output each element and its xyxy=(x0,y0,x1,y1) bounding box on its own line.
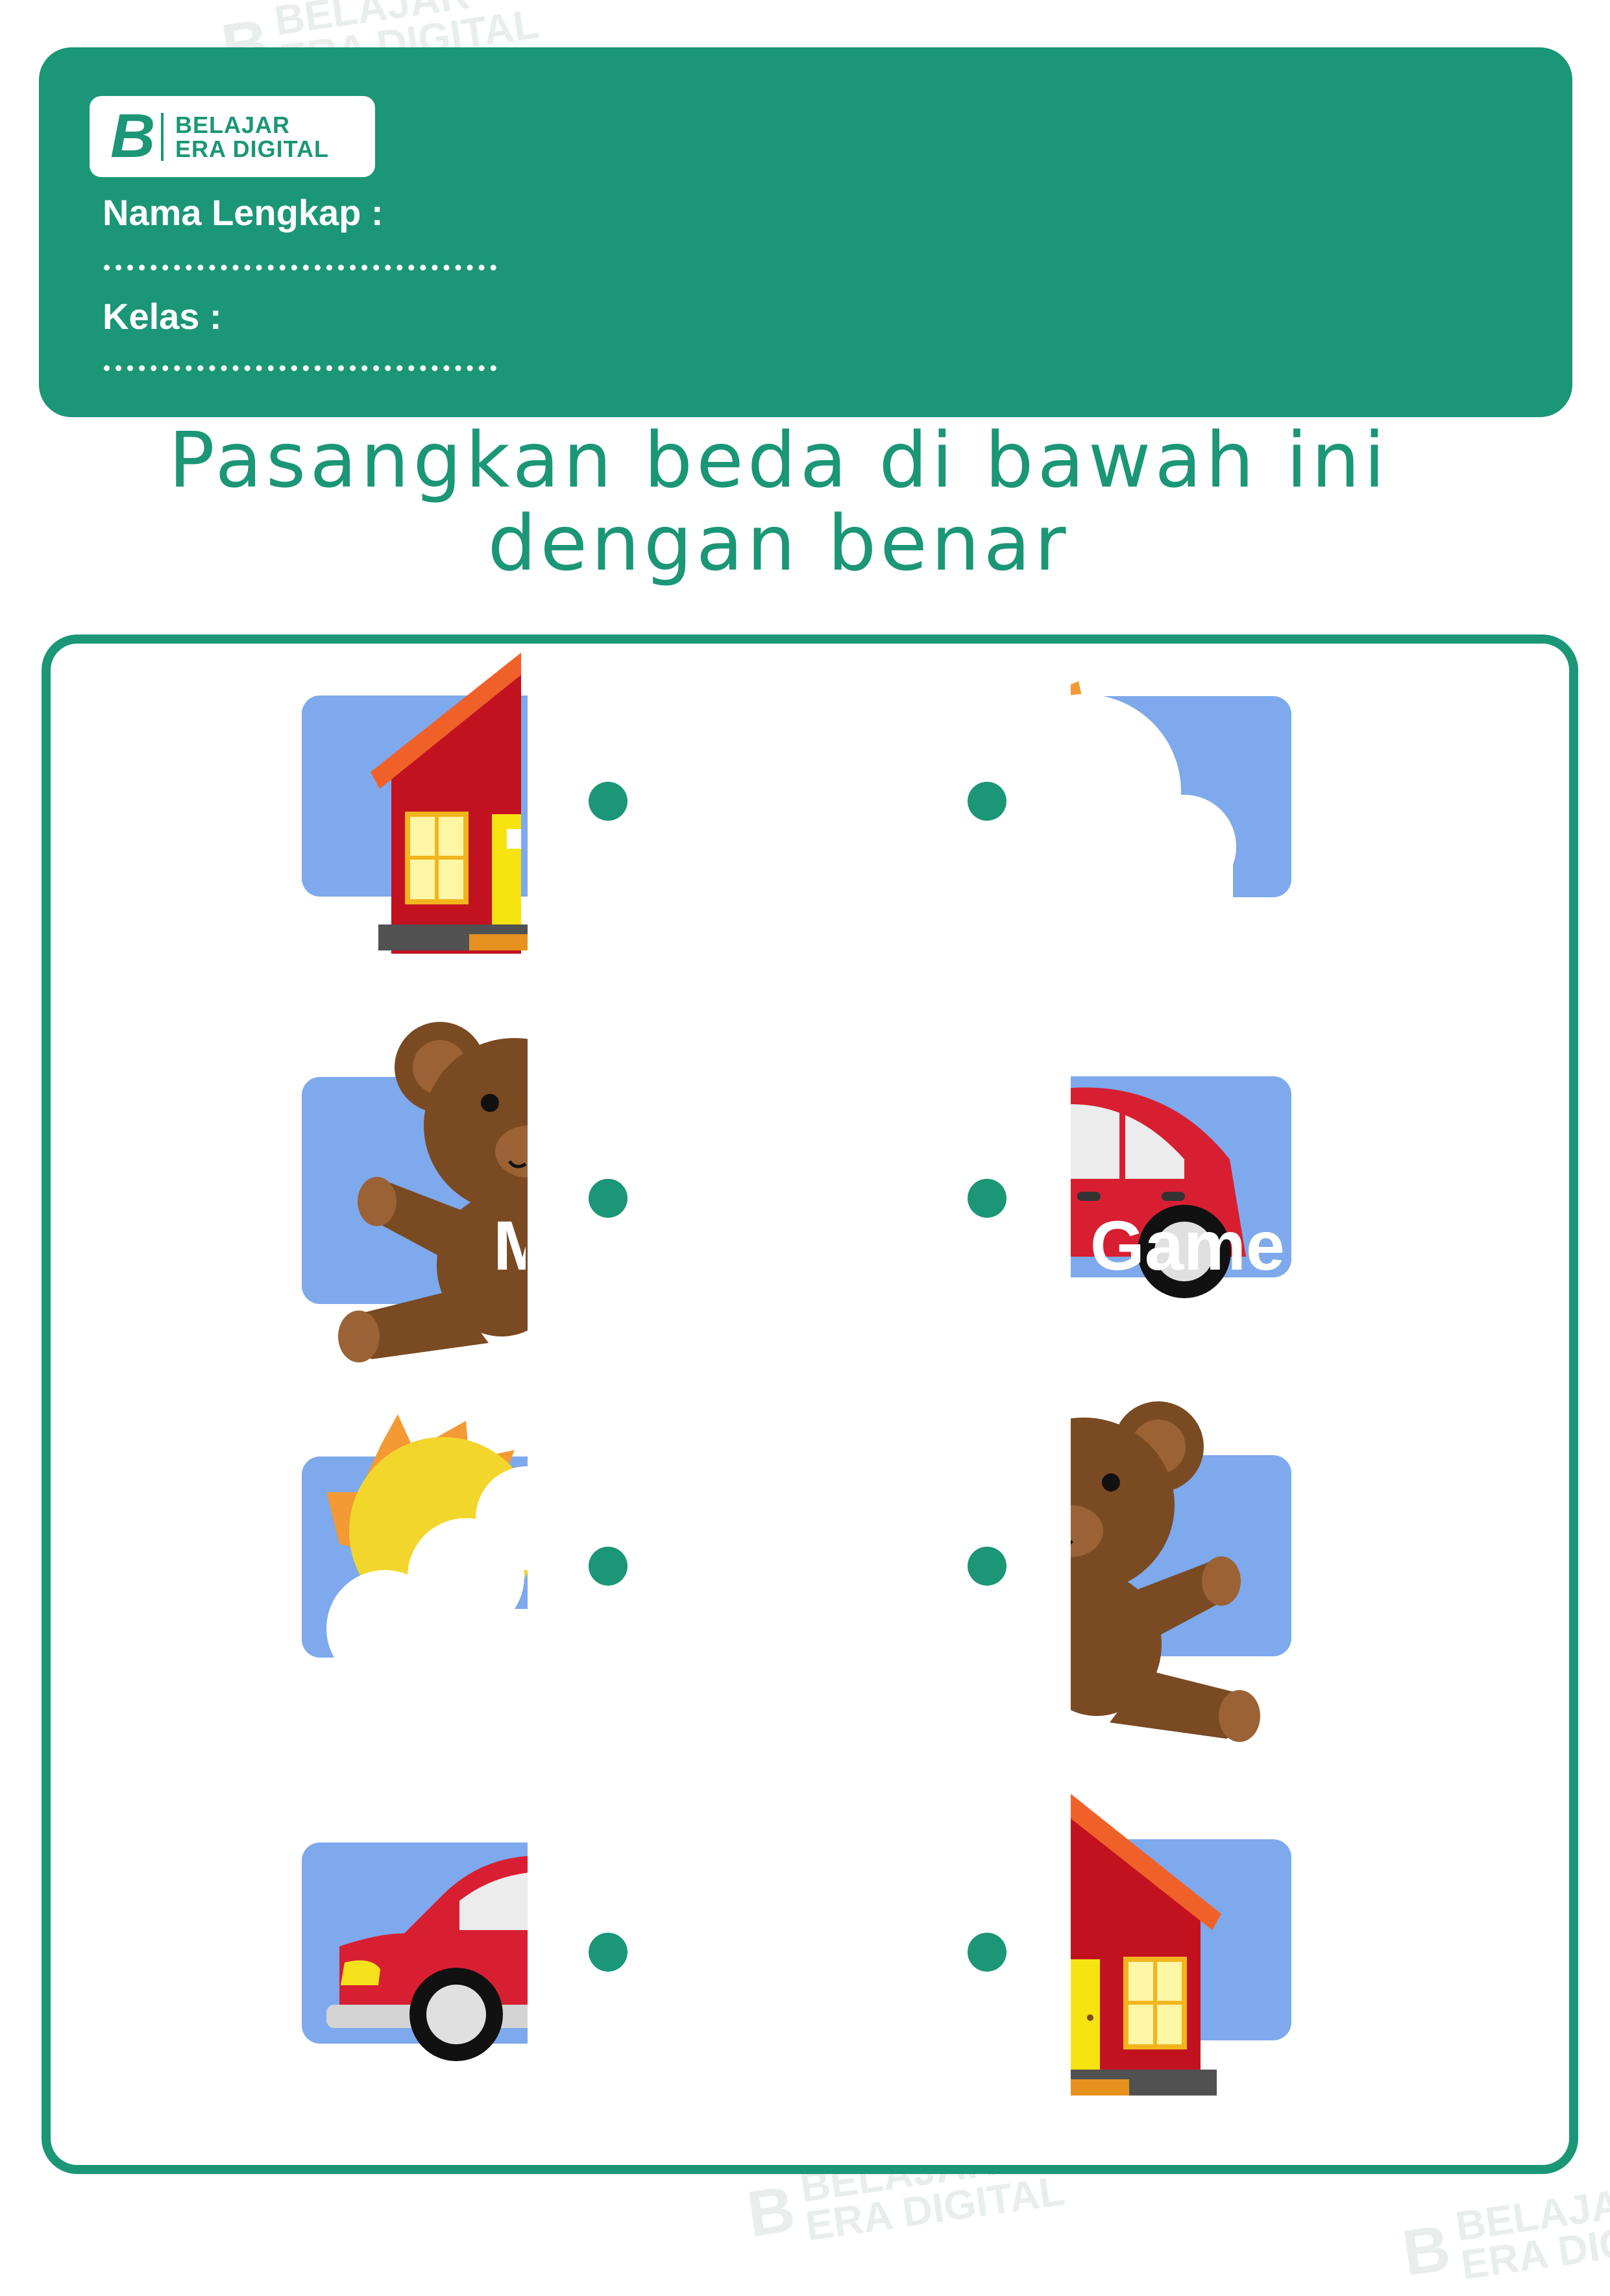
match-dot-right-3[interactable] xyxy=(968,1547,1006,1586)
brand-line-2: ERA DIGITAL xyxy=(175,136,329,162)
logo-divider xyxy=(161,113,164,161)
match-dot-right-1[interactable] xyxy=(968,782,1006,821)
brand-line-1: BELAJAR xyxy=(175,112,291,138)
brand-name: BELAJAR ERA DIGITAL xyxy=(175,113,329,161)
match-dot-left-1[interactable] xyxy=(589,782,628,821)
sun-cloud-right-half-icon xyxy=(1071,681,1291,899)
sun-cloud-left-half-icon xyxy=(302,1414,528,1658)
match-dot-right-4[interactable] xyxy=(968,1933,1006,1972)
matching-panel xyxy=(42,634,1578,2174)
teddy-bear-right-half-icon xyxy=(1071,1401,1291,1742)
match-dot-left-4[interactable] xyxy=(589,1933,628,1972)
page-title: Pasangkan beda di bawah ini dengan benar xyxy=(0,418,1557,585)
overlay-text-left-fragment: M xyxy=(493,1206,526,1285)
overlay-text-right-fragment: s Game xyxy=(1031,1206,1285,1285)
class-fill-line[interactable] xyxy=(104,365,496,371)
house-right-half-icon xyxy=(1071,1794,1291,2096)
brand-b-icon: B xyxy=(110,101,156,171)
class-label: Kelas : xyxy=(103,296,222,337)
overlay-game-text: M s Game xyxy=(493,1203,1285,1288)
title-line-2: dengan benar xyxy=(487,498,1070,588)
house-left-half-icon xyxy=(302,653,528,954)
name-fill-line[interactable] xyxy=(104,265,496,271)
watermark-logo: BBELAJAR ERA DIGITAL xyxy=(1398,2176,1610,2290)
teddy-bear-left-half-icon xyxy=(302,1022,528,1362)
student-info-header: B BELAJAR ERA DIGITAL Nama Lengkap : Kel… xyxy=(39,47,1572,417)
car-left-half-icon xyxy=(302,1843,528,2061)
name-label: Nama Lengkap : xyxy=(103,192,384,233)
match-dot-left-3[interactable] xyxy=(589,1547,628,1586)
brand-logo: B BELAJAR ERA DIGITAL xyxy=(90,96,375,177)
title-line-1: Pasangkan beda di bawah ini xyxy=(168,415,1389,505)
